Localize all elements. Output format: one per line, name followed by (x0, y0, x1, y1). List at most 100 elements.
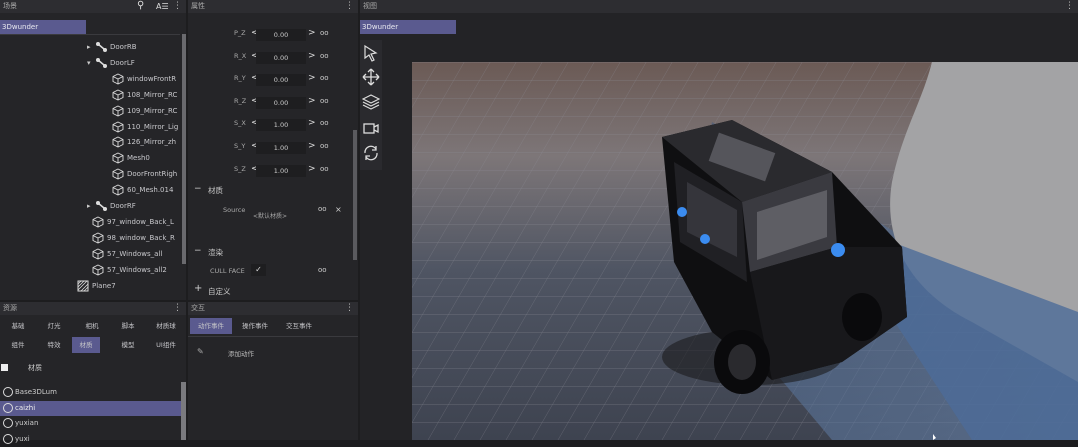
link-icon[interactable]: oo (320, 165, 329, 173)
checkbox-icon[interactable] (1, 364, 8, 371)
transform-row: S_X <1.00 > oo (190, 118, 355, 132)
resource-category-button[interactable]: 模型 (110, 337, 146, 353)
tree-row-label: 126_Mirror_zh (127, 138, 177, 147)
more-menu-icon[interactable]: ⋮ (345, 302, 354, 315)
tree-row[interactable]: 108_Mirror_RC (112, 87, 177, 103)
tree-row[interactable]: 57_Windows_all (92, 246, 162, 262)
scene-tree-scrollbar[interactable] (182, 34, 186, 264)
resource-category-button[interactable]: 材质 (72, 337, 100, 353)
link-icon[interactable]: oo (320, 74, 329, 82)
viewport-tab[interactable]: 3Dwunder (360, 20, 456, 34)
events-tab[interactable]: 操作事件 (234, 318, 276, 334)
tree-row[interactable]: 98_window_Back_R (92, 230, 175, 246)
resource-category-button[interactable]: 相机 (74, 318, 110, 334)
transform-value-field[interactable]: 0.00 (256, 96, 306, 109)
close-icon[interactable]: × (335, 205, 342, 214)
transform-value-field[interactable]: 1.00 (256, 119, 306, 132)
increment-arrow-icon[interactable]: > (308, 51, 316, 61)
tree-row[interactable]: 110_Mirror_Lig (112, 119, 178, 135)
link-icon[interactable]: oo (318, 266, 327, 274)
resources-scrollbar[interactable] (181, 382, 186, 440)
tree-row[interactable]: ▸ DoorRF (87, 198, 136, 214)
transform-value-field[interactable]: 0.00 (256, 74, 306, 87)
mesh-cube-icon (112, 105, 124, 117)
events-tab[interactable]: 动作事件 (190, 318, 232, 334)
increment-arrow-icon[interactable]: > (308, 73, 316, 83)
increment-arrow-icon[interactable]: > (308, 141, 316, 151)
resource-category-button[interactable]: UI组件 (148, 337, 184, 353)
camera-icon[interactable] (362, 119, 380, 137)
scene-tree-tab[interactable]: 3Dwunder (0, 20, 86, 34)
mesh-cube-icon (92, 264, 104, 276)
link-icon[interactable]: oo (320, 29, 329, 37)
link-icon[interactable]: oo (318, 205, 327, 213)
increment-arrow-icon[interactable]: > (308, 164, 316, 174)
move-icon[interactable] (362, 68, 380, 86)
transform-row: R_Y <0.00 > oo (190, 73, 355, 87)
sort-icon[interactable]: A☰ (156, 0, 169, 13)
chevron-right-icon[interactable]: ▸ (87, 198, 95, 214)
cullface-checkbox[interactable]: ✓ (251, 264, 266, 276)
resource-category-button[interactable]: 基础 (0, 318, 36, 334)
tree-row[interactable]: 126_Mirror_zh (112, 134, 176, 150)
resource-category-button[interactable]: 灯光 (36, 318, 72, 334)
collapse-icon[interactable]: − (194, 246, 202, 256)
resource-category-button[interactable]: 特效 (36, 337, 72, 353)
tree-row-label: 108_Mirror_RC (127, 90, 178, 99)
tree-row[interactable]: 109_Mirror_RC (112, 103, 177, 119)
tree-row[interactable]: ▾ DoorLF (87, 55, 135, 71)
mesh-cube-icon (112, 120, 124, 133)
tree-row-label: 60_Mesh.014 (127, 186, 174, 195)
select-icon[interactable] (362, 44, 380, 62)
resource-category-button[interactable]: 脚本 (110, 318, 146, 334)
more-menu-icon[interactable]: ⋮ (345, 0, 354, 13)
resource-category-button[interactable]: 材质球 (148, 318, 184, 334)
tree-row[interactable]: windowFrontR (112, 71, 176, 87)
source-value[interactable]: <默认材质> (253, 211, 287, 220)
link-icon[interactable]: oo (320, 97, 329, 105)
rotate-icon[interactable] (362, 144, 380, 162)
cullface-label: CULL FACE (210, 267, 245, 275)
tree-row[interactable]: DoorFrontRigh (112, 166, 177, 182)
more-menu-icon[interactable]: ⋮ (173, 0, 182, 13)
tree-row[interactable]: Plane7 (77, 278, 116, 294)
link-icon[interactable]: oo (320, 119, 329, 127)
events-tab[interactable]: 交互事件 (278, 318, 320, 334)
viewport-header: 视图 ⋮ (360, 0, 1078, 13)
bone-icon (95, 200, 107, 212)
layers-icon[interactable] (362, 93, 380, 111)
increment-arrow-icon[interactable]: > (308, 28, 316, 38)
search-icon[interactable]: ⚲ (137, 0, 144, 12)
resource-item[interactable]: yuxian (0, 416, 181, 431)
tree-row[interactable]: 57_Windows_all2 (92, 262, 167, 278)
transform-value-field[interactable]: 1.00 (256, 164, 306, 177)
expand-icon[interactable]: + (194, 283, 202, 294)
scene-canvas[interactable] (412, 62, 1078, 440)
tree-row[interactable]: 97_window_Back_L (92, 214, 174, 230)
tree-row[interactable]: ▸ DoorRB (87, 39, 137, 55)
collapse-icon[interactable]: − (194, 184, 202, 194)
chevron-down-icon[interactable]: ▾ (87, 55, 95, 71)
viewport-title: 视图 (363, 2, 377, 10)
mesh-cube-icon (92, 248, 104, 260)
tree-row[interactable]: 60_Mesh.014 (112, 182, 173, 198)
more-menu-icon[interactable]: ⋮ (173, 302, 182, 315)
transform-value-field[interactable]: 0.00 (256, 51, 306, 64)
resource-item[interactable]: yuxi (0, 432, 181, 447)
increment-arrow-icon[interactable]: > (308, 96, 316, 106)
resource-item-label: yuxi (15, 434, 30, 443)
transform-value-field[interactable]: 0.00 (256, 29, 306, 41)
pencil-icon[interactable]: ✎ (197, 347, 204, 356)
link-icon[interactable]: oo (320, 142, 329, 150)
transform-value-field[interactable]: 1.00 (256, 142, 306, 154)
resource-item[interactable]: caizhi (0, 400, 181, 416)
increment-arrow-icon[interactable]: > (308, 118, 316, 128)
resource-item[interactable]: Base3DLum (0, 385, 181, 400)
add-action-button[interactable]: 添加动作 (228, 348, 254, 358)
link-icon[interactable]: oo (320, 52, 329, 60)
more-menu-icon[interactable]: ⋮ (1065, 0, 1074, 13)
resource-category-button[interactable]: 组件 (0, 337, 36, 353)
resources-panel: 资源 ⋮ 基础 灯光 相机 脚本 材质球 组件 特效 材质 模型 UI组件 材质 Base3DL… (0, 302, 186, 444)
tree-row[interactable]: Mesh0 (112, 150, 150, 166)
chevron-right-icon[interactable]: ▸ (87, 39, 95, 55)
